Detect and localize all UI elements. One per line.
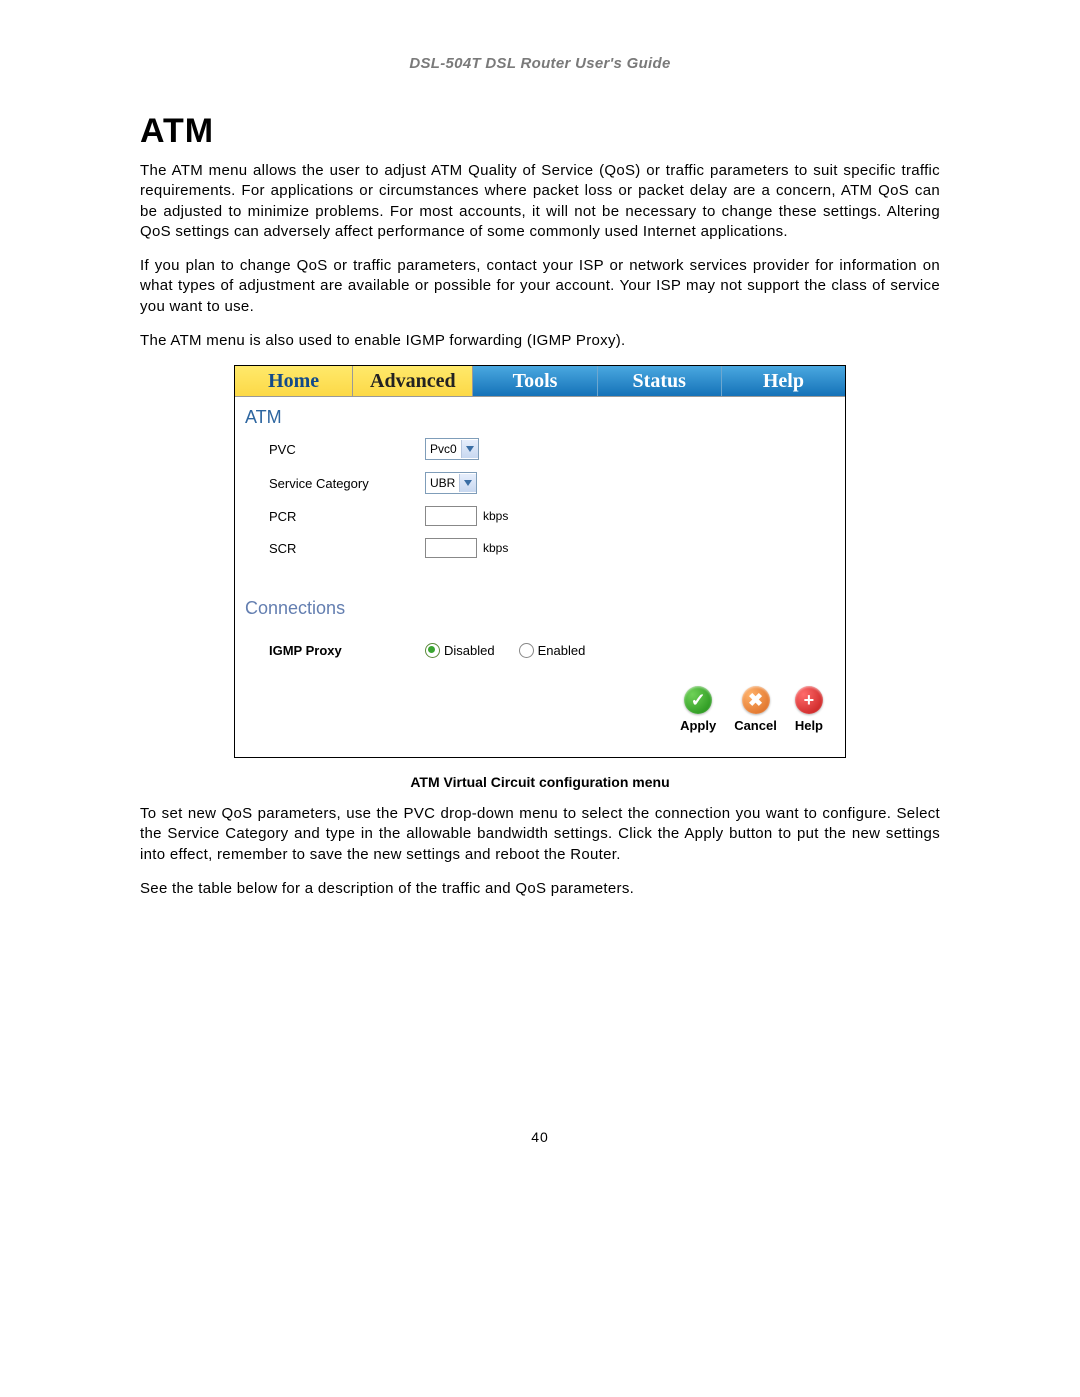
radio-label-enabled: Enabled xyxy=(538,643,586,658)
paragraph-5: See the table below for a description of… xyxy=(140,879,940,899)
page-header: DSL-504T DSL Router User's Guide xyxy=(140,55,940,72)
close-icon: ✖ xyxy=(742,686,770,714)
radio-igmp-disabled[interactable]: Disabled xyxy=(425,643,495,658)
label-scr: SCR xyxy=(235,541,425,556)
section-heading-atm: ATM xyxy=(140,112,940,151)
cancel-label: Cancel xyxy=(734,718,777,733)
check-icon: ✓ xyxy=(684,686,712,714)
apply-button[interactable]: ✓ Apply xyxy=(680,686,716,733)
plus-icon: + xyxy=(795,686,823,714)
unit-kbps: kbps xyxy=(483,541,508,555)
radio-dot-icon xyxy=(425,643,440,658)
router-ui-figure: Home Advanced Tools Status Help ATM PVC … xyxy=(234,365,846,758)
radio-label-disabled: Disabled xyxy=(444,643,495,658)
unit-kbps: kbps xyxy=(483,509,508,523)
paragraph-1: The ATM menu allows the user to adjust A… xyxy=(140,161,940,242)
select-service-value: UBR xyxy=(426,476,459,490)
tab-help[interactable]: Help xyxy=(722,366,845,396)
label-service-category: Service Category xyxy=(235,476,425,491)
select-service-category[interactable]: UBR xyxy=(425,472,477,494)
figure-caption: ATM Virtual Circuit configuration menu xyxy=(140,774,940,790)
help-button[interactable]: + Help xyxy=(795,686,823,733)
input-pcr[interactable] xyxy=(425,506,477,526)
label-pvc: PVC xyxy=(235,442,425,457)
input-scr[interactable] xyxy=(425,538,477,558)
section-title-atm: ATM xyxy=(235,403,845,432)
page-number: 40 xyxy=(140,1129,940,1145)
paragraph-2: If you plan to change QoS or traffic par… xyxy=(140,256,940,317)
label-pcr: PCR xyxy=(235,509,425,524)
help-label: Help xyxy=(795,718,823,733)
tab-home[interactable]: Home xyxy=(235,366,353,396)
tab-status[interactable]: Status xyxy=(598,366,722,396)
radio-empty-icon xyxy=(519,643,534,658)
select-pvc[interactable]: Pvc0 xyxy=(425,438,479,460)
tab-advanced[interactable]: Advanced xyxy=(353,366,473,396)
tab-bar: Home Advanced Tools Status Help xyxy=(235,366,845,397)
cancel-button[interactable]: ✖ Cancel xyxy=(734,686,777,733)
radio-igmp-enabled[interactable]: Enabled xyxy=(519,643,586,658)
select-pvc-value: Pvc0 xyxy=(426,442,461,456)
paragraph-3: The ATM menu is also used to enable IGMP… xyxy=(140,331,940,351)
chevron-down-icon xyxy=(461,440,478,458)
chevron-down-icon xyxy=(459,474,476,492)
label-igmp-proxy: IGMP Proxy xyxy=(235,643,425,658)
paragraph-4: To set new QoS parameters, use the PVC d… xyxy=(140,804,940,865)
tab-tools[interactable]: Tools xyxy=(473,366,597,396)
apply-label: Apply xyxy=(680,718,716,733)
section-title-connections: Connections xyxy=(235,594,845,623)
